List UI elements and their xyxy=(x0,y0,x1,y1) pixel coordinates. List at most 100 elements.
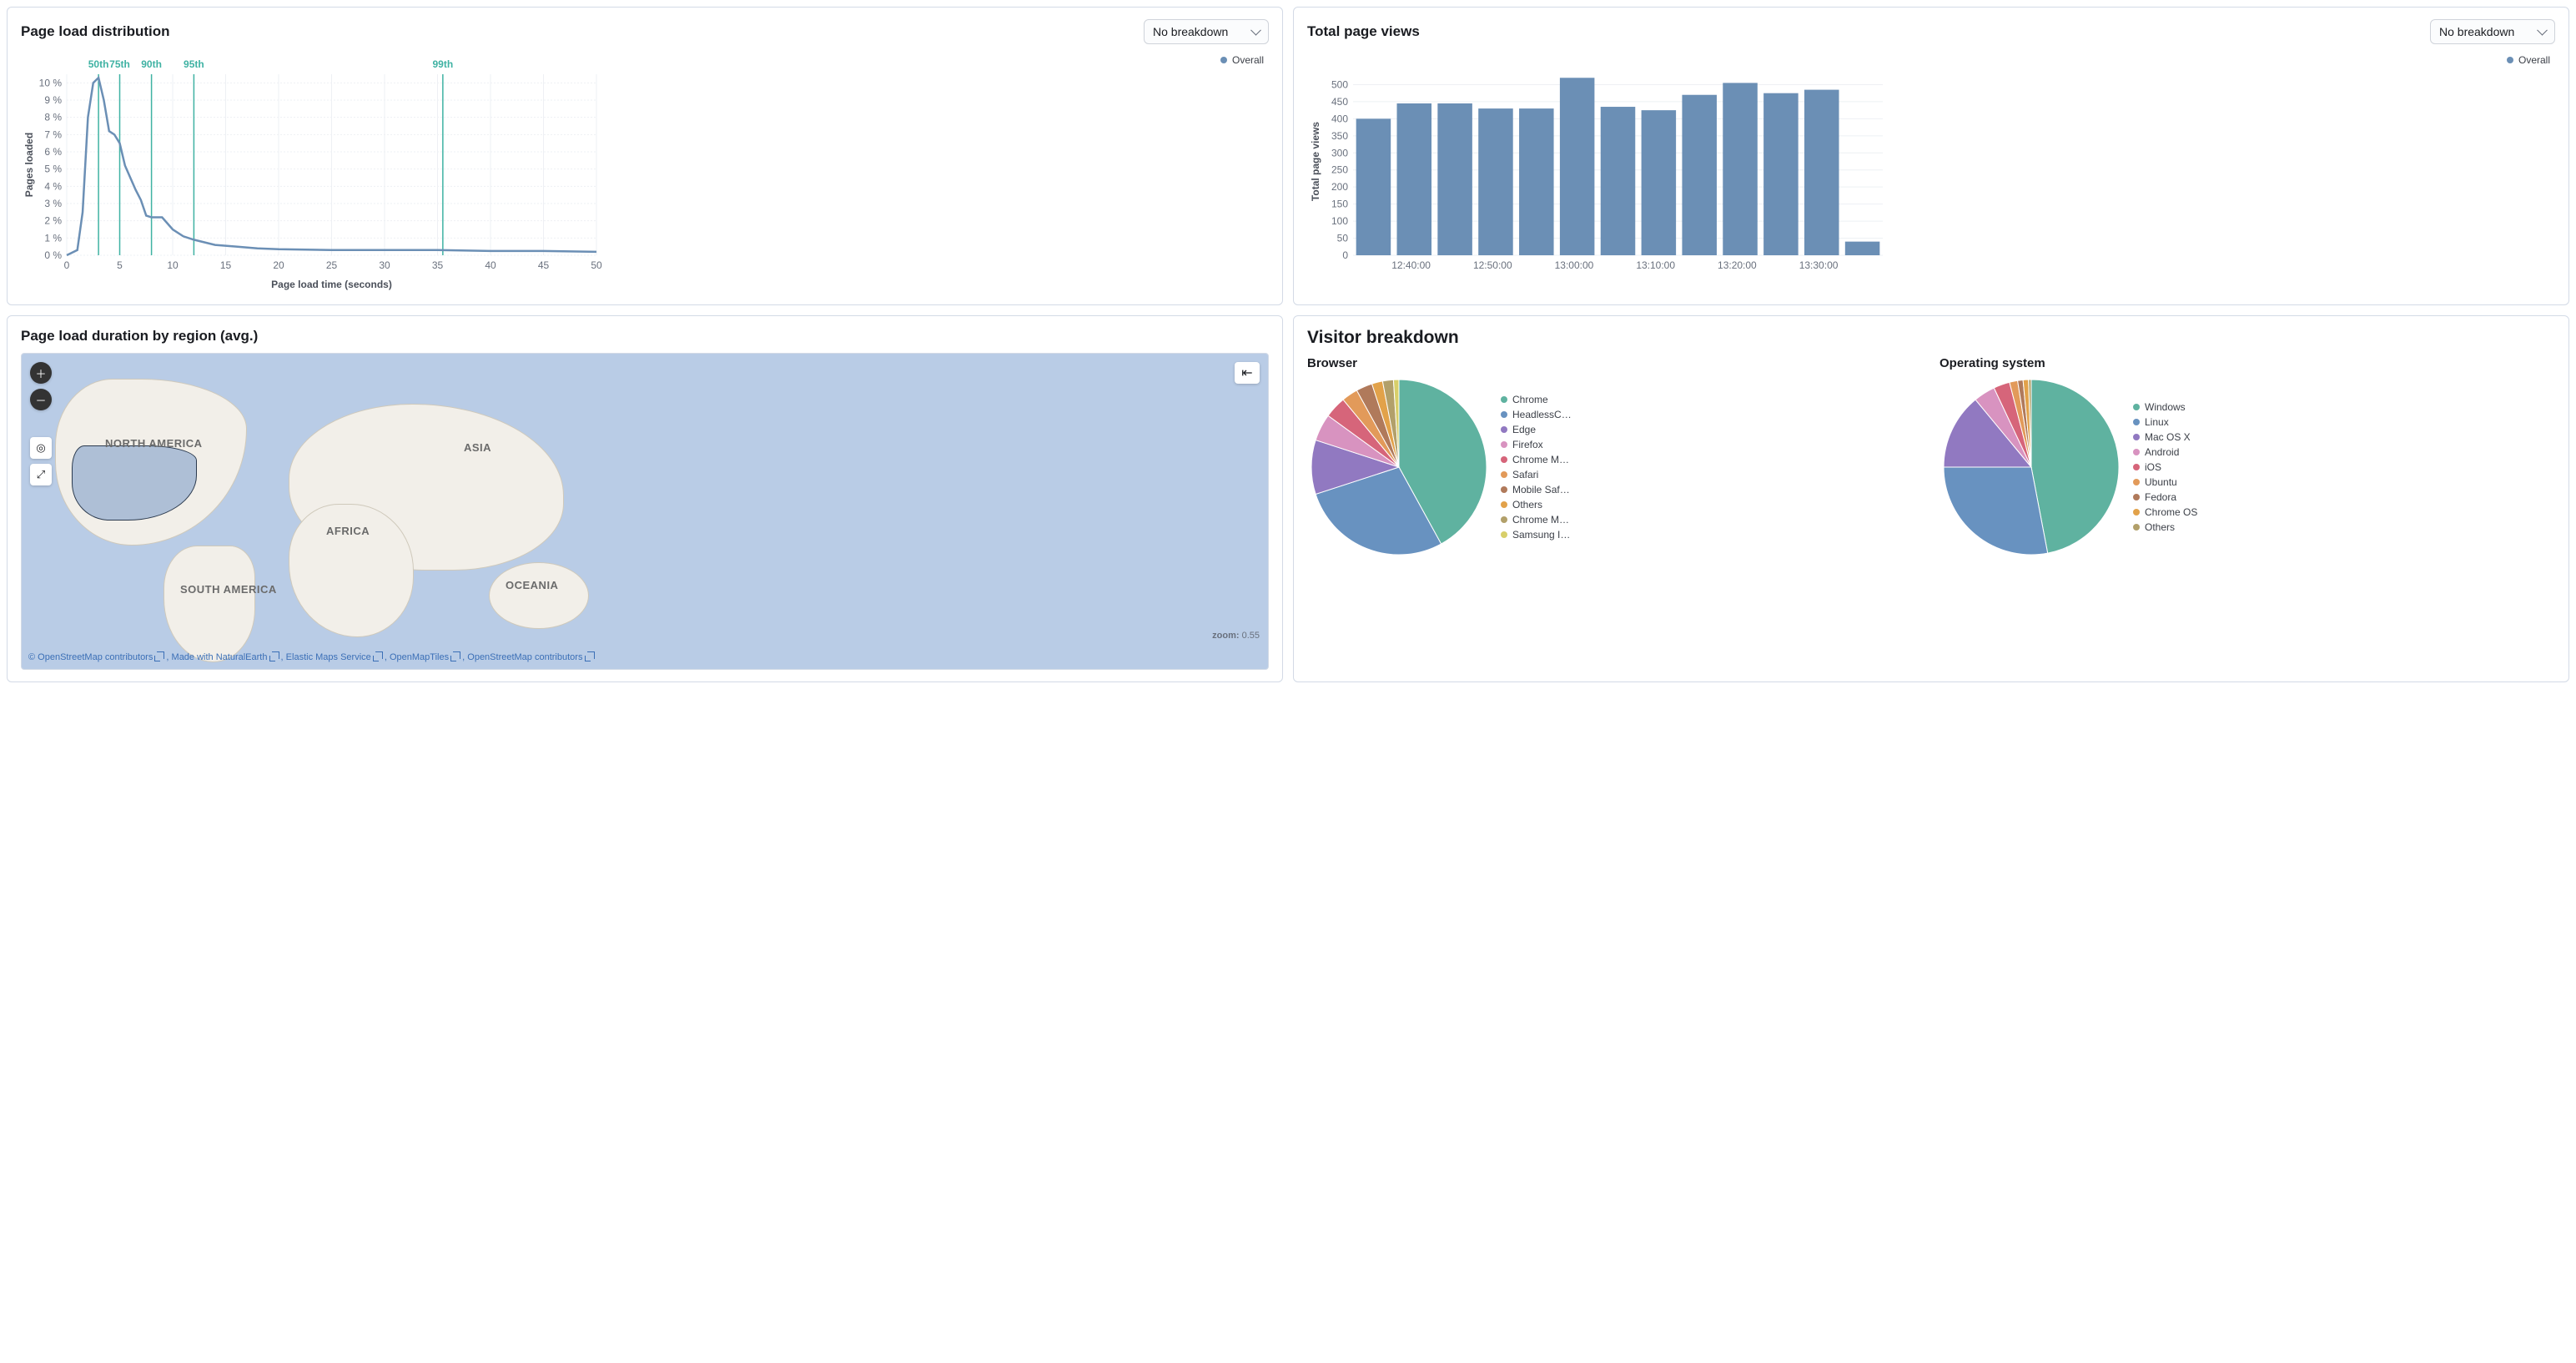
map-legend-toggle[interactable]: ⇤ xyxy=(1235,362,1260,384)
panel-visitor-breakdown: Visitor breakdown Browser Chrome Headless… xyxy=(1293,315,2569,682)
svg-text:6 %: 6 % xyxy=(44,146,62,158)
os-pie-chart xyxy=(1940,375,2123,559)
legend-item[interactable]: Chrome xyxy=(1501,394,1572,405)
page-load-dist-title: Page load distribution xyxy=(21,23,170,40)
zoom-out-button[interactable]: － xyxy=(30,389,52,410)
continent-label-oc: OCEANIA xyxy=(506,579,558,591)
legend-item[interactable]: Chrome M… xyxy=(1501,454,1572,465)
svg-text:0: 0 xyxy=(64,259,70,271)
total-page-views-chart: Overall 05010015020025030035040045050012… xyxy=(1307,51,2555,284)
legend-item[interactable]: Ubuntu xyxy=(2133,476,2197,488)
external-link-icon xyxy=(272,651,279,659)
panel-region-map: Page load duration by region (avg.) ＋ － … xyxy=(7,315,1283,682)
svg-text:75th: 75th xyxy=(109,58,130,70)
svg-text:20: 20 xyxy=(273,259,284,271)
legend-item[interactable]: HeadlessC… xyxy=(1501,409,1572,420)
attrib-ems-link[interactable]: Elastic Maps Service xyxy=(286,652,385,662)
svg-text:10 %: 10 % xyxy=(39,77,63,88)
map-attribution: © OpenStreetMap contributors , Made with… xyxy=(28,651,1261,665)
breakdown-select-page-load[interactable]: No breakdown xyxy=(1144,19,1269,44)
svg-text:8 %: 8 % xyxy=(44,112,62,123)
external-link-icon xyxy=(587,651,595,659)
svg-text:400: 400 xyxy=(1331,113,1348,124)
svg-text:0: 0 xyxy=(1342,249,1348,261)
svg-text:10: 10 xyxy=(167,259,179,271)
svg-text:99th: 99th xyxy=(433,58,454,70)
browser-pie-chart xyxy=(1307,375,1491,559)
svg-text:250: 250 xyxy=(1331,164,1348,176)
attrib-ne-link[interactable]: Made with NaturalEarth xyxy=(172,652,281,662)
svg-text:45: 45 xyxy=(538,259,550,271)
zoom-indicator: zoom: 0.55 xyxy=(1212,631,1260,641)
legend-item[interactable]: Mobile Saf… xyxy=(1501,484,1572,495)
locate-button[interactable]: ◎ xyxy=(30,437,52,459)
svg-text:30: 30 xyxy=(379,259,390,271)
svg-text:500: 500 xyxy=(1331,78,1348,90)
svg-text:4 %: 4 % xyxy=(44,180,62,192)
fullscreen-button[interactable]: ⤢ xyxy=(30,464,52,485)
svg-text:300: 300 xyxy=(1331,147,1348,158)
svg-text:15: 15 xyxy=(220,259,232,271)
svg-text:50: 50 xyxy=(1337,233,1349,244)
svg-text:5 %: 5 % xyxy=(44,163,62,175)
visitor-breakdown-title: Visitor breakdown xyxy=(1307,328,2555,348)
svg-text:450: 450 xyxy=(1331,96,1348,108)
svg-text:Total page views: Total page views xyxy=(1310,122,1321,201)
svg-text:100: 100 xyxy=(1331,215,1348,227)
continent-label-as: ASIA xyxy=(464,441,491,454)
svg-text:5: 5 xyxy=(117,259,123,271)
continent-label-sa: SOUTH AMERICA xyxy=(180,583,277,596)
svg-text:150: 150 xyxy=(1331,199,1348,210)
legend-item[interactable]: Firefox xyxy=(1501,439,1572,450)
attrib-osm2-link[interactable]: OpenStreetMap contributors xyxy=(467,652,596,662)
legend-item[interactable]: Fedora xyxy=(2133,491,2197,503)
svg-text:35: 35 xyxy=(432,259,444,271)
legend-item[interactable]: Windows xyxy=(2133,401,2197,413)
svg-text:95th: 95th xyxy=(184,58,204,70)
legend-item[interactable]: Chrome OS xyxy=(2133,506,2197,518)
world-map[interactable]: ＋ － ◎ ⤢ ⇤ NORTH AMERICA SOUTH AMERICA AF… xyxy=(21,353,1269,670)
continent-label-na: NORTH AMERICA xyxy=(105,437,203,450)
external-link-icon xyxy=(375,651,383,659)
external-link-icon xyxy=(453,651,460,659)
svg-text:1 %: 1 % xyxy=(44,232,62,244)
svg-text:9 %: 9 % xyxy=(44,94,62,106)
legend-item[interactable]: iOS xyxy=(2133,461,2197,473)
svg-text:13:00:00: 13:00:00 xyxy=(1555,259,1594,271)
attrib-osm-link[interactable]: © OpenStreetMap contributors xyxy=(28,652,166,662)
os-pie-legend: Windows Linux Mac OS X Android iOS Ubuntu Fedo… xyxy=(2133,398,2197,536)
svg-text:3 %: 3 % xyxy=(44,198,62,209)
breakdown-select-value: No breakdown xyxy=(1153,25,1228,38)
panel-page-load-distribution: Page load distribution No breakdown Over… xyxy=(7,7,1283,305)
svg-text:25: 25 xyxy=(326,259,338,271)
legend-item[interactable]: Samsung I… xyxy=(1501,529,1572,541)
legend-item[interactable]: Safari xyxy=(1501,469,1572,480)
browser-pie-title: Browser xyxy=(1307,356,1923,370)
breakdown-select-page-views[interactable]: No breakdown xyxy=(2430,19,2555,44)
attrib-omt-link[interactable]: OpenMapTiles xyxy=(390,652,462,662)
legend-item[interactable]: Linux xyxy=(2133,416,2197,428)
svg-text:7 %: 7 % xyxy=(44,128,62,140)
svg-text:Pages loaded: Pages loaded xyxy=(23,133,35,197)
legend-item[interactable]: Others xyxy=(1501,499,1572,510)
browser-pie-legend: Chrome HeadlessC… Edge Firefox Chrome M… Safa… xyxy=(1501,390,1572,544)
svg-text:12:40:00: 12:40:00 xyxy=(1391,259,1431,271)
legend-item[interactable]: Android xyxy=(2133,446,2197,458)
svg-text:13:20:00: 13:20:00 xyxy=(1718,259,1757,271)
svg-text:50: 50 xyxy=(591,259,602,271)
svg-text:13:30:00: 13:30:00 xyxy=(1799,259,1839,271)
legend-item[interactable]: Edge xyxy=(1501,424,1572,435)
legend-item[interactable]: Others xyxy=(2133,521,2197,533)
legend-item[interactable]: Chrome M… xyxy=(1501,514,1572,526)
panel-total-page-views: Total page views No breakdown Overall 05… xyxy=(1293,7,2569,305)
legend-item[interactable]: Mac OS X xyxy=(2133,431,2197,443)
legend-overall: Overall xyxy=(1220,54,1264,66)
svg-text:200: 200 xyxy=(1331,181,1348,193)
total-page-views-title: Total page views xyxy=(1307,23,1420,40)
continent-label-af: AFRICA xyxy=(326,525,370,537)
page-load-dist-chart: Overall 0 %1 %2 %3 %4 %5 %6 %7 %8 %9 %10… xyxy=(21,51,1269,293)
svg-text:350: 350 xyxy=(1331,130,1348,142)
zoom-in-button[interactable]: ＋ xyxy=(30,362,52,384)
svg-text:12:50:00: 12:50:00 xyxy=(1473,259,1512,271)
svg-text:50th: 50th xyxy=(88,58,109,70)
